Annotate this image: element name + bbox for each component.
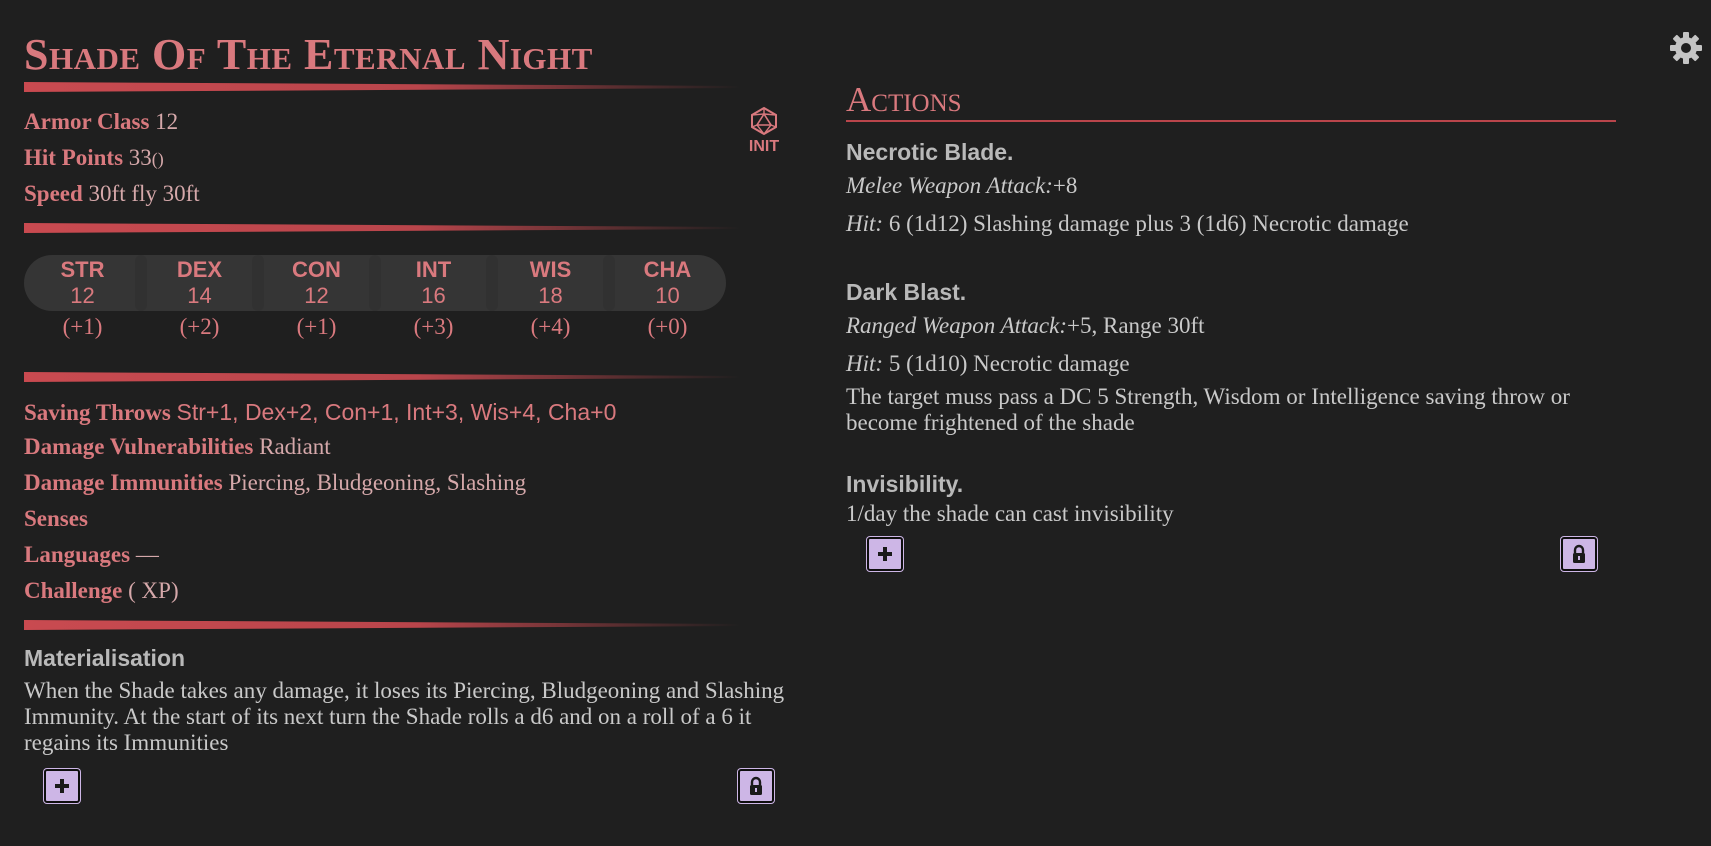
languages-label: Languages: [24, 542, 131, 567]
attack-bonus: +8: [1052, 173, 1078, 198]
speed-label: Speed: [24, 181, 83, 206]
action-attack: Ranged Weapon Attack:+5, Range 30ft: [846, 312, 1205, 340]
ability-score: 14: [187, 283, 212, 308]
ability-scores: STR 12 DEX 14 CON 12 INT 16 WIS 18 CHA 1…: [24, 255, 726, 311]
ability-name: STR: [60, 257, 105, 282]
actions-divider: [846, 120, 1616, 122]
action-name: Dark Blast.: [846, 279, 967, 305]
vulnerabilities-label: Damage Vulnerabilities: [24, 434, 254, 459]
speed: Speed 30ft fly 30ft: [24, 180, 200, 208]
ability-score: 16: [421, 283, 446, 308]
ability-dex[interactable]: DEX 14: [135, 255, 258, 311]
languages-value: —: [135, 542, 159, 567]
ability-score: 18: [538, 283, 563, 308]
action-hit: Hit: 6 (1d12) Slashing damage plus 3 (1d…: [846, 210, 1409, 238]
ability-score: 12: [304, 283, 329, 308]
saving-throws-label: Saving Throws: [24, 400, 171, 425]
immunities-value: Piercing, Bludgeoning, Slashing: [228, 470, 527, 495]
lock-icon: [750, 776, 762, 795]
ability-name: WIS: [529, 257, 572, 282]
ability-name: CHA: [643, 257, 692, 282]
action-description: The target muss pass a DC 5 Strength, Wi…: [846, 384, 1570, 435]
armor-class-label: Armor Class: [24, 109, 150, 134]
hit-points-label: Hit Points: [24, 145, 124, 170]
ability-con[interactable]: CON 12: [252, 255, 375, 311]
action-attack: Melee Weapon Attack:+8: [846, 172, 1077, 200]
hit-points: Hit Points 33(): [24, 144, 164, 173]
senses: Senses: [24, 505, 88, 533]
add-action-button[interactable]: [867, 537, 903, 571]
armor-class-value: 12: [155, 109, 179, 134]
action-description: 1/day the shade can cast invisibility: [846, 501, 1174, 526]
hit-text: 6 (1d12) Slashing damage plus 3 (1d6) Ne…: [888, 211, 1409, 236]
ability-modifier: (+1): [296, 314, 337, 339]
trait-name: Materialisation: [24, 645, 186, 671]
plus-icon: [878, 547, 892, 561]
ability-int[interactable]: INT 16: [369, 255, 492, 311]
ability-modifier: (+0): [647, 314, 688, 339]
init-label: INIT: [748, 138, 780, 155]
ability-cha[interactable]: CHA 10: [603, 255, 726, 311]
actions-heading: Actions: [846, 80, 962, 119]
ability-score: 10: [655, 283, 680, 308]
immunities-label: Damage Immunities: [24, 470, 223, 495]
ability-score: 12: [70, 283, 95, 308]
vulnerabilities-value: Radiant: [259, 434, 331, 459]
initiative-button[interactable]: INIT: [746, 106, 782, 156]
saving-throws-value: Str+1, Dex+2, Con+1, Int+3, Wis+4, Cha+0: [176, 399, 617, 425]
ability-modifier: (+4): [530, 314, 571, 339]
challenge-label: Challenge: [24, 578, 123, 603]
ability-wis[interactable]: WIS 18: [486, 255, 609, 311]
speed-value: 30ft fly 30ft: [88, 181, 200, 206]
ability-str[interactable]: STR 12: [24, 255, 141, 311]
add-trait-button[interactable]: [44, 769, 80, 803]
challenge-value: ( XP): [128, 578, 179, 603]
d20-icon: [751, 106, 777, 136]
ability-modifier: (+1): [62, 314, 103, 339]
action-hit: Hit: 5 (1d10) Necrotic damage: [846, 350, 1130, 378]
senses-label: Senses: [24, 506, 88, 531]
saving-throws: Saving Throws Str+1, Dex+2, Con+1, Int+3…: [24, 398, 616, 427]
ability-name: CON: [292, 257, 341, 282]
title-divider: [24, 82, 740, 92]
plus-icon: [55, 779, 69, 793]
hit-label: Hit:: [846, 211, 884, 236]
abilities-divider: [24, 372, 740, 382]
hit-points-formula: (): [151, 149, 164, 169]
challenge: Challenge ( XP): [24, 577, 179, 605]
action-name: Invisibility.: [846, 471, 964, 497]
armor-class: Armor Class 12: [24, 108, 178, 136]
lock-actions-button[interactable]: [1561, 537, 1597, 571]
attack-type: Melee Weapon Attack:: [846, 173, 1053, 198]
hit-points-value: 33: [128, 145, 152, 170]
settings-button[interactable]: [1668, 30, 1704, 71]
ability-modifier: (+2): [179, 314, 220, 339]
attack-bonus: +5, Range 30ft: [1067, 313, 1205, 338]
details-divider: [24, 620, 740, 630]
attack-type: Ranged Weapon Attack:: [846, 313, 1068, 338]
hit-text: 5 (1d10) Necrotic damage: [888, 351, 1130, 376]
props-divider: [24, 223, 740, 233]
gear-icon: [1670, 32, 1702, 64]
action-name: Necrotic Blade.: [846, 139, 1014, 165]
damage-vulnerabilities: Damage Vulnerabilities Radiant: [24, 433, 331, 461]
ability-name: DEX: [176, 257, 223, 282]
damage-immunities: Damage Immunities Piercing, Bludgeoning,…: [24, 469, 526, 497]
lock-traits-button[interactable]: [738, 769, 774, 803]
ability-name: INT: [415, 257, 452, 282]
lock-icon: [1573, 544, 1585, 563]
ability-modifier: (+3): [413, 314, 454, 339]
monster-name: Shade Of The Eternal Night: [24, 30, 593, 79]
trait-text: When the Shade takes any damage, it lose…: [24, 678, 785, 755]
languages: Languages —: [24, 541, 159, 569]
ability-modifiers: (+1) (+2) (+1) (+3) (+4) (+0): [24, 314, 726, 340]
hit-label: Hit:: [846, 351, 884, 376]
